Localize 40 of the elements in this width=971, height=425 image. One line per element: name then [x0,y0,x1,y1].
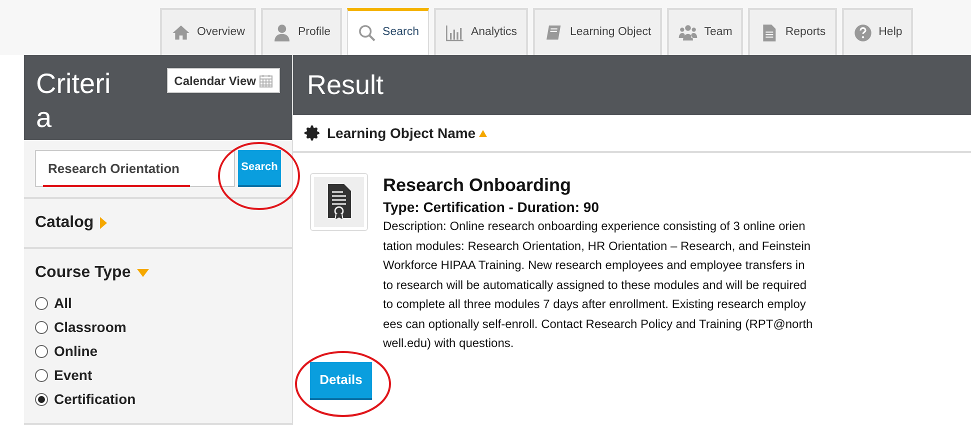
caret-down-icon [136,269,149,277]
nav-tab[interactable]: Profile [260,8,342,55]
help-icon [852,22,873,42]
nav-tab[interactable]: Search [346,8,429,55]
radio-button[interactable] [35,368,48,382]
person-icon [272,22,292,42]
calendar-view-button[interactable]: Calendar View [167,68,280,93]
certificate-icon [310,173,368,231]
nav-tab[interactable]: Learning Object [533,8,662,55]
radio-button[interactable] [35,392,48,406]
item-description: Description: Online research onboarding experience consisting of 3 online orien tation modules: Research Orientation, HR Orientation – Research, and Feinstein Workforce HIPAA Training. New research employees and employee transfers in to research will be automatically assigned to these modules and will be required to complete all three modules 7 days after enrollment. Existing research employ ees can optionally self-enroll. Contact Research Policy and Training (RPT@north well.edu) with questions. [383,218,813,352]
nav-tab[interactable]: Help [842,8,914,55]
radio-option[interactable]: Certification [35,387,281,411]
section-header[interactable]: Course Type [35,261,149,285]
panel-title: Result [307,68,384,102]
bar-chart-icon [444,22,465,42]
radio-option[interactable]: Event [35,363,281,387]
search-field[interactable]: Research Orientation [35,150,235,187]
item-title: Research Onboarding [383,174,572,197]
sort-up-icon [478,130,487,136]
calendar-icon [259,74,273,88]
gear-icon [303,124,321,142]
nav-tab[interactable]: Analytics [434,8,528,55]
nav-tab[interactable]: Overview [160,8,256,55]
nav-tab[interactable]: Reports [748,8,837,55]
radio-option[interactable]: Online [35,339,281,363]
nav-tab[interactable]: Team [667,8,744,55]
house-icon [171,22,191,42]
panel-title: Criteria [36,67,112,135]
radio-option[interactable]: Classroom [35,315,281,339]
search-icon [356,23,377,43]
sort-header[interactable]: Learning Object Name [327,122,487,144]
radio-button[interactable] [35,296,48,310]
radio-button[interactable] [35,344,48,358]
caret-right-icon [100,217,107,229]
radio-option[interactable]: All [35,291,281,315]
people-icon [678,22,698,42]
radio-button[interactable] [35,320,48,334]
section-header[interactable]: Catalog [35,211,107,235]
item-meta: Type: Certification - Duration: 90 [383,198,600,217]
